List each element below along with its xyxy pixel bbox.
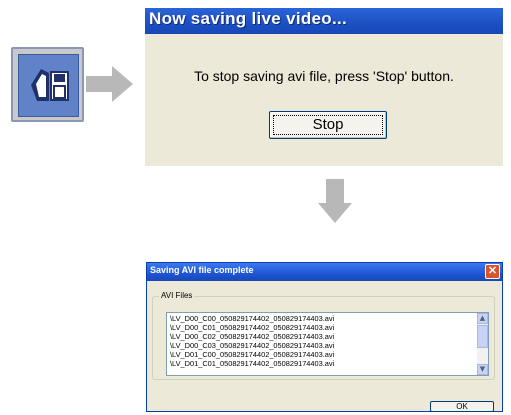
scroll-up-icon[interactable]: ▲ (477, 313, 488, 324)
stop-button-label: Stop (273, 115, 383, 135)
list-item[interactable]: \LV_D00_C01_050829174402_050829174403.av… (170, 323, 334, 332)
ok-button[interactable]: OK (430, 401, 494, 412)
list-item[interactable]: \LV_D00_C00_050829174402_050829174403.av… (170, 314, 334, 323)
close-icon[interactable]: ✕ (485, 264, 500, 279)
list-scrollbar[interactable]: ▲ ▼ (477, 313, 488, 375)
saving-dialog-message: To stop saving avi file, press 'Stop' bu… (194, 68, 454, 84)
list-item[interactable]: \LV_D00_C02_050829174402_050829174403.av… (170, 332, 334, 341)
arrow-down-icon (318, 179, 352, 223)
avi-files-list[interactable]: \LV_D00_C00_050829174402_050829174403.av… (166, 312, 489, 376)
complete-dialog-title: Saving AVI file complete (150, 265, 254, 275)
saving-dialog: Now saving live video... To stop saving … (145, 8, 503, 166)
save-avi-icon (18, 54, 79, 117)
list-item[interactable]: \LV_D01_C00_050829174402_050829174403.av… (170, 350, 334, 359)
complete-dialog: Saving AVI file complete ✕ AVI Files \LV… (146, 262, 503, 412)
scroll-down-icon[interactable]: ▼ (477, 364, 488, 375)
saving-dialog-title: Now saving live video... (149, 9, 348, 28)
save-avi-button[interactable] (11, 47, 84, 122)
scroll-thumb[interactable] (477, 325, 488, 348)
arrow-right-icon (86, 66, 133, 102)
stop-button[interactable]: Stop (269, 111, 387, 139)
saving-dialog-titlebar: Now saving live video... (145, 8, 503, 34)
list-item[interactable]: \LV_D00_C03_050829174402_050829174403.av… (170, 341, 334, 350)
avi-files-group-label: AVI Files (159, 291, 195, 300)
list-item[interactable]: \LV_D01_C01_050829174402_050829174403.av… (170, 359, 334, 368)
complete-dialog-titlebar: Saving AVI file complete ✕ (147, 263, 502, 281)
